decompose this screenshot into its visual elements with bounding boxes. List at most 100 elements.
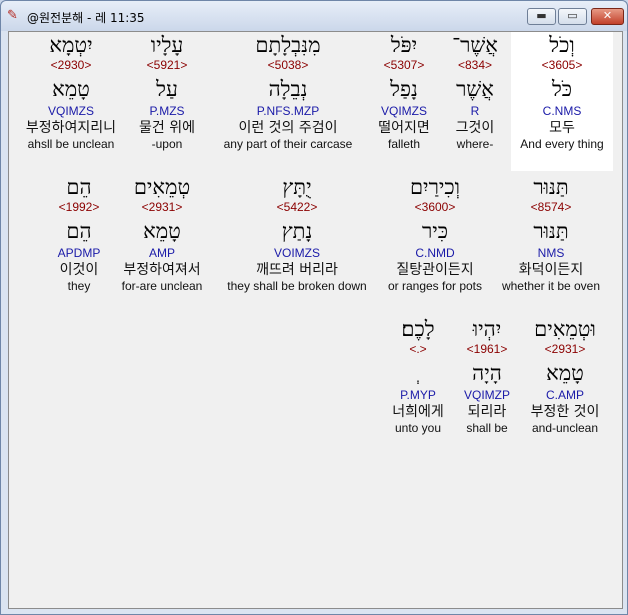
strong-number[interactable]: <3600> xyxy=(379,200,491,214)
korean-gloss: 이것이 xyxy=(59,262,99,278)
hebrew-word: הֵם xyxy=(66,175,92,199)
hebrew-word: יִהְיוּ xyxy=(472,317,502,341)
english-gloss: or ranges for pots xyxy=(387,279,483,293)
hebrew-lemma: טָמֵא xyxy=(52,77,90,101)
word-cell[interactable]: יִטְמָא <2930> טָמֵא VQIMZS 부정하여지리니 ahsl… xyxy=(19,32,123,151)
word-cell[interactable]: לָכֶם׃ <.> ְ P.MYP 너희에게 unto you xyxy=(385,316,451,435)
hebrew-word: יִטְמָא xyxy=(49,33,93,57)
korean-gloss: 부정하여지리니 xyxy=(25,120,117,136)
hebrew-lemma: נְבֵלָה xyxy=(268,77,308,101)
word-cell[interactable]: וְכֹל <3605> כֹּל C.NMS 모두 And every thi… xyxy=(511,32,613,171)
korean-gloss: 깨뜨려 버리라 xyxy=(256,262,338,278)
minimize-button[interactable]: ▬ xyxy=(527,8,556,25)
korean-gloss: 되리라 xyxy=(467,404,507,420)
word-cell[interactable]: יִהְיוּ <1961> הָיָה VQIMZP 되리라 shall be xyxy=(453,316,521,435)
hebrew-lemma: אֲשֶׁר xyxy=(456,77,494,101)
word-cell[interactable]: וּטְמֵאִים <2931> טָמֵא C.AMP 부정한 것이 and… xyxy=(517,316,613,435)
maximize-button[interactable]: ▭ xyxy=(558,8,587,25)
english-gloss: they xyxy=(67,279,91,293)
title-bar[interactable]: ✎ @원전분해 - 레 11:35 ▬ ▭ ✕ xyxy=(1,1,627,31)
korean-gloss: 너희에게 xyxy=(392,404,444,420)
english-gloss: And every thing xyxy=(520,137,604,151)
strong-number[interactable]: <5422> xyxy=(217,200,377,214)
parsing-code: R xyxy=(470,104,480,118)
app-icon: ✎ xyxy=(7,8,18,23)
hebrew-word: יִפֹּל xyxy=(390,33,418,57)
window-title: @원전분해 - 레 11:35 xyxy=(27,11,145,25)
korean-gloss: 화덕이든지 xyxy=(518,262,584,278)
english-gloss: whether it be oven xyxy=(501,279,601,293)
strong-number[interactable]: <5038> xyxy=(213,58,363,72)
hebrew-word: תַּנּוּר xyxy=(533,175,569,199)
parsing-code: P.MYP xyxy=(400,388,436,402)
korean-gloss: 물건 위에 xyxy=(139,120,195,136)
korean-gloss: 부정한 것이 xyxy=(530,404,600,420)
hebrew-word: טְמֵאִים xyxy=(133,175,191,199)
word-cell[interactable]: עָלָיו <5921> עַל P.MZS 물건 위에 -upon xyxy=(127,32,207,151)
strong-number[interactable]: <8574> xyxy=(495,200,607,214)
parsing-code: P.MZS xyxy=(149,104,185,118)
hebrew-lemma: טָמֵא xyxy=(546,361,584,385)
english-gloss: where- xyxy=(456,137,494,151)
word-cell[interactable]: תַּנּוּר <8574> תַּנּוּר NMS 화덕이든지 wheth… xyxy=(495,174,607,293)
strong-number[interactable]: <2930> xyxy=(19,58,123,72)
english-gloss: shall be xyxy=(466,421,508,435)
strong-number[interactable]: <2931> xyxy=(517,342,613,356)
korean-gloss: 이런 것의 주검이 xyxy=(238,120,338,136)
hebrew-lemma: נָפַל xyxy=(390,77,418,101)
parsing-code: VQIMZP xyxy=(463,388,510,402)
hebrew-lemma: כֹּל xyxy=(551,77,573,101)
hebrew-word: וּטְמֵאִים xyxy=(534,317,596,341)
english-gloss: -upon xyxy=(151,137,183,151)
close-button[interactable]: ✕ xyxy=(591,8,624,25)
english-gloss: for-are unclean xyxy=(121,279,203,293)
strong-number[interactable]: <834> xyxy=(445,58,505,72)
hebrew-word: יֻתָּץ xyxy=(282,175,312,199)
hebrew-lemma: הֵם xyxy=(66,219,92,243)
parsing-code: AMP xyxy=(148,246,175,260)
parsing-code: VOIMZS xyxy=(273,246,320,260)
parsing-code: VQIMZS xyxy=(47,104,94,118)
hebrew-word: וְכֹל xyxy=(549,33,575,57)
korean-gloss: 모두 xyxy=(549,120,575,136)
hebrew-lemma: נָתַץ xyxy=(281,219,313,243)
hebrew-lemma: עַל xyxy=(156,77,178,101)
word-cell[interactable]: יֻתָּץ <5422> נָתַץ VOIMZS 깨뜨려 버리라 they … xyxy=(217,174,377,293)
korean-gloss: 질탕관이든지 xyxy=(396,262,474,278)
word-cell[interactable]: טְמֵאִים <2931> טָמֵא AMP 부정하여져서 for-are… xyxy=(113,174,211,293)
english-gloss: they shall be broken down xyxy=(227,279,367,293)
english-gloss: any part of their carcase xyxy=(223,137,353,151)
word-analysis-panel: וְכֹל <3605> כֹּל C.NMS 모두 And every thi… xyxy=(8,31,623,609)
parsing-code: P.NFS.MZP xyxy=(256,104,320,118)
word-cell[interactable]: הֵם <1992> הֵם APDMP 이것이 they xyxy=(49,174,109,293)
strong-number[interactable]: <3605> xyxy=(511,58,613,72)
strong-number[interactable]: <2931> xyxy=(113,200,211,214)
strong-number[interactable]: <5921> xyxy=(127,58,207,72)
parsing-code: C.NMS xyxy=(542,104,582,118)
parsing-code: C.AMP xyxy=(545,388,584,402)
word-cell[interactable]: וְכִירַיִם <3600> כִּיר C.NMD 질탕관이든지 or … xyxy=(379,174,491,293)
hebrew-word: לָכֶם׃ xyxy=(401,317,435,341)
hebrew-word: אֲשֶׁר־ xyxy=(452,33,498,57)
english-gloss: falleth xyxy=(387,137,421,151)
app-window: ✎ @원전분해 - 레 11:35 ▬ ▭ ✕ וְכֹל <3605> כֹּ… xyxy=(0,0,628,615)
strong-number[interactable]: <5307> xyxy=(369,58,439,72)
hebrew-word: וְכִירַיִם xyxy=(409,175,461,199)
hebrew-word: עָלָיו xyxy=(150,33,184,57)
strong-number[interactable]: <.> xyxy=(385,342,451,356)
hebrew-lemma: כִּיר xyxy=(421,219,449,243)
parsing-code: VQIMZS xyxy=(380,104,427,118)
english-gloss: and-unclean xyxy=(531,421,599,435)
parsing-code: APDMP xyxy=(57,246,101,260)
korean-gloss: 부정하여져서 xyxy=(123,262,201,278)
hebrew-lemma: תַּנּוּר xyxy=(533,219,569,243)
strong-number[interactable]: <1992> xyxy=(49,200,109,214)
hebrew-word: מִנִּבְלָתָם xyxy=(255,33,321,57)
word-cell[interactable]: מִנִּבְלָתָם <5038> נְבֵלָה P.NFS.MZP 이런… xyxy=(213,32,363,151)
word-cell[interactable]: אֲשֶׁר־ <834> אֲשֶׁר R 그것이 where- xyxy=(445,32,505,151)
hebrew-lemma: הָיָה xyxy=(472,361,502,385)
strong-number[interactable]: <1961> xyxy=(453,342,521,356)
hebrew-lemma: ְ xyxy=(385,360,451,386)
korean-gloss: 그것이 xyxy=(455,120,495,136)
word-cell[interactable]: יִפֹּל <5307> נָפַל VQIMZS 떨어지면 falleth xyxy=(369,32,439,151)
